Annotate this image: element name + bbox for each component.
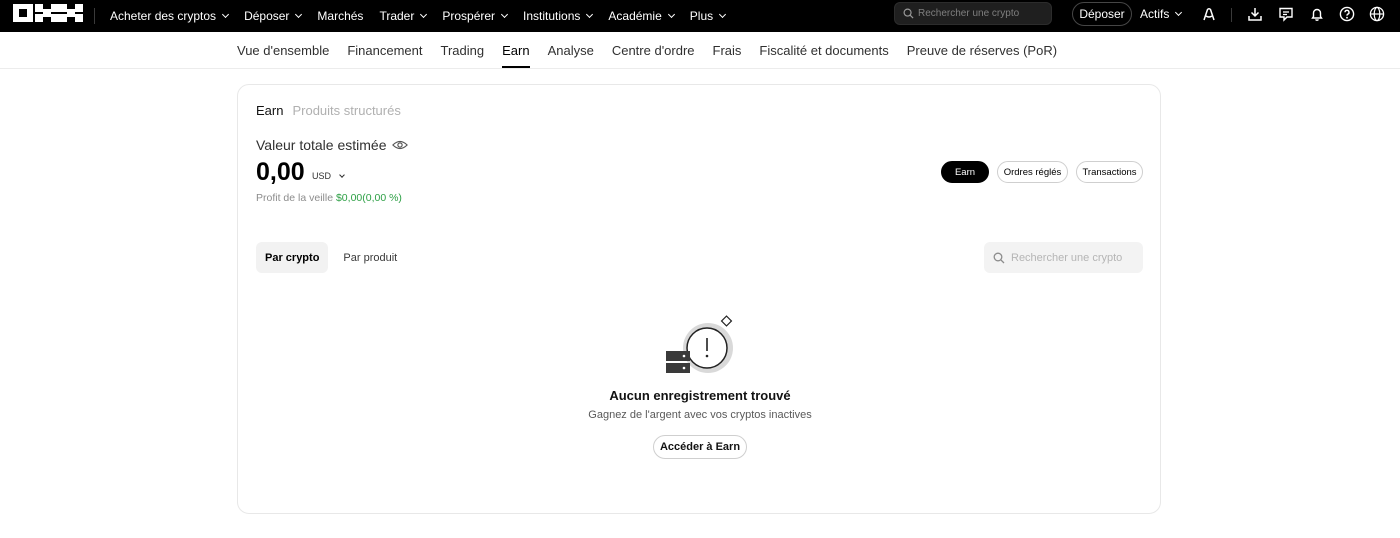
yesterday-profit: Profit de la veille $0,00(0,00 %)	[256, 192, 402, 204]
menu-markets[interactable]: Marchés	[317, 9, 363, 23]
settled-orders-button[interactable]: Ordres réglés	[997, 161, 1068, 183]
nav-divider	[94, 8, 95, 24]
search-icon	[993, 252, 1005, 263]
empty-state-subtitle: Gagnez de l'argent avec vos cryptos inac…	[588, 409, 812, 421]
tab-tax-documents[interactable]: Fiscalité et documents	[759, 32, 888, 68]
eye-icon[interactable]	[392, 138, 409, 152]
main-menu: Acheter des cryptos Déposer Marchés Trad…	[110, 0, 741, 32]
tab-order-center[interactable]: Centre d'ordre	[612, 32, 695, 68]
tab-proof-of-reserves[interactable]: Preuve de réserves (PoR)	[907, 32, 1057, 68]
chevron-down-icon	[667, 10, 675, 19]
card-search-box[interactable]	[984, 242, 1143, 273]
menu-deposit[interactable]: Déposer	[244, 9, 303, 23]
by-crypto-toggle[interactable]: Par crypto	[256, 242, 329, 273]
menu-label: Acheter des cryptos	[110, 9, 217, 23]
assets-menu[interactable]: Actifs	[1140, 0, 1183, 28]
tab-earn[interactable]: Earn	[502, 32, 531, 68]
currency-label: USD	[312, 171, 332, 181]
tab-funding[interactable]: Financement	[347, 32, 422, 68]
chevron-down-icon	[719, 10, 727, 19]
menu-label: Marchés	[317, 9, 364, 23]
bell-icon[interactable]	[1308, 5, 1326, 23]
help-icon[interactable]	[1338, 5, 1356, 23]
empty-state-illustration	[666, 315, 733, 373]
download-icon[interactable]	[1246, 5, 1264, 23]
transactions-button[interactable]: Transactions	[1076, 161, 1143, 183]
chat-icon[interactable]	[1277, 5, 1295, 23]
menu-institutions[interactable]: Institutions	[523, 9, 594, 23]
search-icon	[903, 8, 914, 19]
menu-trade[interactable]: Trader	[379, 9, 428, 23]
earn-pill-button[interactable]: Earn	[941, 161, 989, 183]
total-label-text: Valeur totale estimée	[256, 137, 387, 153]
view-toggle: Par crypto Par produit	[256, 242, 406, 273]
chevron-down-icon	[420, 10, 428, 19]
profit-value: $0,00(0,00 %)	[335, 192, 402, 204]
card-tab-earn[interactable]: Earn	[256, 103, 283, 118]
empty-state-title: Aucun enregistrement trouvé	[609, 388, 791, 403]
menu-label: Déposer	[244, 9, 290, 23]
menu-label: Plus	[689, 9, 714, 23]
top-search-input[interactable]	[918, 8, 1048, 19]
top-navbar: Acheter des cryptos Déposer Marchés Trad…	[0, 0, 1400, 32]
chevron-down-icon	[500, 10, 509, 19]
chevron-down-icon	[339, 171, 345, 178]
menu-more[interactable]: Plus	[689, 9, 727, 23]
globe-icon[interactable]	[1368, 5, 1386, 23]
menu-label: Académie	[608, 9, 662, 23]
user-icon[interactable]	[1200, 5, 1218, 23]
tab-overview[interactable]: Vue d'ensemble	[237, 32, 329, 68]
tab-trading[interactable]: Trading	[441, 32, 485, 68]
nav-divider	[1231, 8, 1232, 22]
subnav-divider	[0, 68, 1400, 69]
card-tab-structured-products[interactable]: Produits structurés	[292, 103, 400, 118]
card-tabs: Earn Produits structurés	[256, 103, 410, 118]
go-to-earn-button[interactable]: Accéder à Earn	[653, 435, 747, 459]
total-value-label: Valeur totale estimée	[256, 137, 409, 153]
chevron-down-icon	[1175, 8, 1183, 17]
assets-label: Actifs	[1140, 7, 1170, 21]
okx-logo[interactable]	[13, 4, 83, 22]
account-tabs: Vue d'ensemble Financement Trading Earn …	[237, 32, 1075, 68]
by-product-toggle[interactable]: Par produit	[334, 242, 406, 273]
menu-academy[interactable]: Académie	[608, 9, 675, 23]
menu-buy-crypto[interactable]: Acheter des cryptos	[110, 9, 230, 23]
profit-label: Profit de la veille	[256, 192, 334, 204]
total-value-amount: 0,00	[256, 158, 305, 186]
tab-analysis[interactable]: Analyse	[548, 32, 594, 68]
deposit-button[interactable]: Déposer	[1072, 2, 1132, 26]
tab-fees[interactable]: Frais	[713, 32, 742, 68]
chevron-down-icon	[586, 10, 594, 19]
top-search-box[interactable]	[894, 2, 1052, 25]
menu-label: Prospérer	[442, 9, 496, 23]
currency-selector[interactable]: USD	[312, 171, 345, 181]
crypto-search-input[interactable]	[1011, 251, 1136, 264]
menu-label: Institutions	[523, 9, 581, 23]
menu-grow[interactable]: Prospérer	[442, 9, 509, 23]
earn-card: Earn Produits structurés Valeur totale e…	[237, 84, 1161, 514]
chevron-down-icon	[295, 10, 303, 19]
chevron-down-icon	[222, 10, 230, 19]
menu-label: Trader	[379, 9, 415, 23]
